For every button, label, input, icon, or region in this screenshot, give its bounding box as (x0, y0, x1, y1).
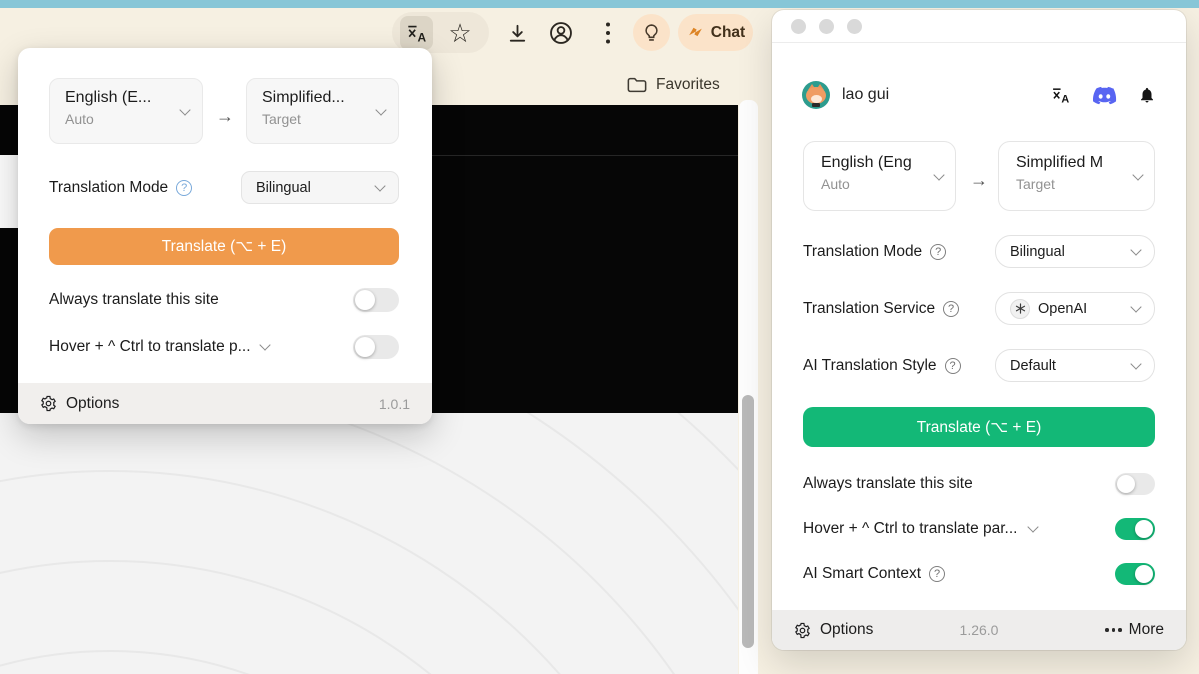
arrow-right-icon: → (970, 170, 988, 191)
version-label: 1.0.1 (379, 396, 410, 412)
openai-icon (1010, 299, 1030, 319)
lightbulb-button[interactable] (633, 14, 670, 51)
source-language-select[interactable]: English (Eng Auto (803, 141, 956, 211)
translation-service-select[interactable]: OpenAI (995, 292, 1155, 325)
options-link[interactable]: Options (66, 395, 119, 413)
source-language-value: English (E... (65, 89, 177, 107)
discord-icon[interactable] (1092, 86, 1117, 105)
ai-translation-style-select[interactable]: Default (995, 349, 1155, 382)
downloads-icon[interactable] (503, 19, 531, 47)
hover-translate-toggle[interactable] (353, 335, 399, 359)
target-language-mode: Target (262, 111, 386, 127)
username-label: lao gui (842, 86, 889, 104)
chevron-down-icon (1130, 244, 1141, 255)
version-label: 1.26.0 (960, 622, 999, 638)
chat-logo-icon (686, 23, 705, 42)
target-language-mode: Target (1016, 176, 1142, 192)
chat-button[interactable]: Chat (678, 14, 753, 51)
right-translate-panel: lao gui A English (Eng Auto → Simplified… (772, 10, 1186, 650)
window-close-button[interactable] (791, 19, 806, 34)
profile-icon[interactable] (547, 19, 575, 47)
decorative-arc (0, 413, 738, 674)
translate-icon: A (406, 22, 428, 44)
translate-extension-button[interactable]: A (400, 16, 433, 50)
always-translate-toggle[interactable] (353, 288, 399, 312)
translate-button-label: Translate (⌥ + E) (917, 418, 1042, 437)
target-language-value: Simplified... (262, 89, 374, 107)
chevron-down-icon (1130, 358, 1141, 369)
help-icon[interactable] (930, 244, 946, 260)
top-accent-strip (0, 0, 1199, 8)
avatar[interactable] (802, 81, 830, 109)
more-button[interactable]: More (1105, 621, 1164, 639)
options-link[interactable]: Options (820, 621, 873, 639)
right-panel-footer: Options 1.26.0 More (772, 610, 1186, 650)
translation-mode-label: Translation Mode (803, 243, 922, 261)
translation-mode-select[interactable]: Bilingual (241, 171, 399, 204)
bookmark-star-icon[interactable]: ☆ (444, 16, 476, 50)
hover-translate-label: Hover + ^ Ctrl to translate p... (49, 338, 251, 356)
svg-text:A: A (417, 30, 426, 44)
help-icon[interactable] (176, 180, 192, 196)
ai-translation-style-value: Default (1010, 358, 1056, 374)
favorites-bar-item[interactable]: Favorites (626, 72, 736, 98)
translation-mode-label: Translation Mode (49, 179, 168, 197)
source-language-select[interactable]: English (E... Auto (49, 78, 203, 144)
translate-button-label: Translate (⌥ + E) (162, 237, 287, 256)
translation-mode-select[interactable]: Bilingual (995, 235, 1155, 268)
arrow-right-icon: → (216, 106, 234, 127)
more-label: More (1129, 621, 1164, 639)
source-language-value: English (Eng (821, 154, 929, 172)
hover-translate-label: Hover + ^ Ctrl to translate par... (803, 520, 1017, 538)
translate-icon[interactable]: A (1051, 85, 1071, 105)
help-icon[interactable] (943, 301, 959, 317)
ellipsis-icon (1105, 628, 1122, 632)
page-background-pattern (0, 413, 738, 674)
chevron-down-icon (1130, 301, 1141, 312)
always-translate-label: Always translate this site (803, 475, 973, 493)
translate-button[interactable]: Translate (⌥ + E) (49, 228, 399, 265)
help-icon[interactable] (945, 358, 961, 374)
left-translate-popup: English (E... Auto → Simplified... Targe… (18, 48, 432, 424)
target-language-select[interactable]: Simplified M Target (998, 141, 1155, 211)
chevron-down-icon (374, 180, 385, 191)
lightbulb-icon (641, 22, 662, 43)
chevron-down-icon[interactable] (1028, 521, 1039, 532)
window-titlebar (772, 10, 1186, 43)
page-fragment (0, 155, 18, 228)
folder-icon (626, 75, 648, 95)
gear-icon (794, 622, 811, 639)
ai-translation-style-label: AI Translation Style (803, 357, 937, 375)
chevron-down-icon[interactable] (259, 339, 270, 350)
gear-icon (40, 395, 57, 412)
window-minimize-button[interactable] (819, 19, 834, 34)
always-translate-toggle[interactable] (1115, 473, 1155, 495)
screen: A ☆ Chat Favorites English (E... Auto → … (0, 0, 1199, 674)
chat-button-label: Chat (711, 24, 745, 42)
left-popup-footer: Options 1.0.1 (18, 383, 432, 424)
source-language-mode: Auto (65, 111, 190, 127)
source-language-mode: Auto (821, 176, 943, 192)
page-scrollbar-track (739, 100, 758, 674)
favorites-label: Favorites (656, 76, 720, 94)
bell-icon[interactable] (1138, 85, 1156, 105)
hover-translate-toggle[interactable] (1115, 518, 1155, 540)
translation-mode-value: Bilingual (256, 180, 311, 196)
ai-smart-context-label: AI Smart Context (803, 565, 921, 583)
page-scrollbar-thumb[interactable] (742, 395, 754, 648)
browser-menu-icon[interactable] (599, 19, 617, 47)
window-zoom-button[interactable] (847, 19, 862, 34)
translation-service-value: OpenAI (1038, 301, 1087, 317)
svg-text:A: A (1061, 94, 1069, 106)
translation-service-label: Translation Service (803, 300, 935, 318)
translation-mode-value: Bilingual (1010, 244, 1065, 260)
target-language-value: Simplified M (1016, 154, 1124, 172)
always-translate-label: Always translate this site (49, 291, 219, 309)
help-icon[interactable] (929, 566, 945, 582)
ai-smart-context-toggle[interactable] (1115, 563, 1155, 585)
target-language-select[interactable]: Simplified... Target (246, 78, 399, 144)
translate-button[interactable]: Translate (⌥ + E) (803, 407, 1155, 447)
